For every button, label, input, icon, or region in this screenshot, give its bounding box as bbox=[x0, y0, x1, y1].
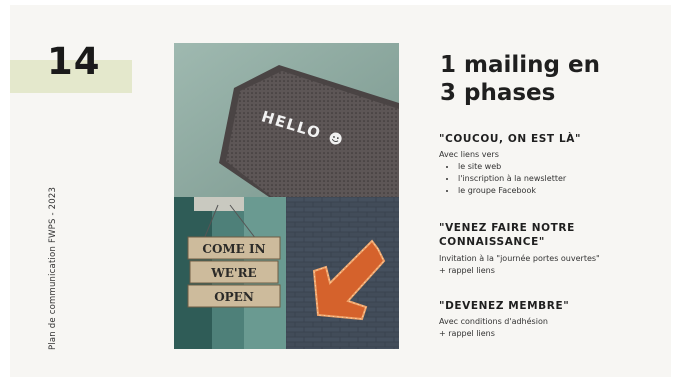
phase-1-text: Avec liens vers bbox=[439, 150, 499, 159]
phase-1-bullets: le site web l'inscription à la newslette… bbox=[439, 161, 654, 197]
hello-letterboard-photo: HELLO bbox=[174, 43, 399, 197]
phase-2-text-line-2: + rappel liens bbox=[439, 266, 495, 275]
list-item: le groupe Facebook bbox=[457, 185, 654, 197]
neon-arrow-photo bbox=[286, 197, 399, 349]
phase-2-section: "VENEZ FAIRE NOTRE CONNAISSANCE" Invitat… bbox=[439, 221, 654, 277]
slide: 14 Plan de communication FWPS - 2023 HEL… bbox=[10, 5, 671, 377]
side-label: Plan de communication FWPS - 2023 bbox=[48, 186, 58, 350]
phase-1-section: "COUCOU, ON EST LÀ" Avec liens vers le s… bbox=[439, 132, 654, 197]
phase-3-section: "DEVENEZ MEMBRE" Avec conditions d'adhés… bbox=[439, 299, 654, 340]
phase-3-heading: "DEVENEZ MEMBRE" bbox=[439, 300, 570, 312]
phase-1-heading: "COUCOU, ON EST LÀ" bbox=[439, 133, 582, 145]
phase-2-heading-line-1: "VENEZ FAIRE NOTRE bbox=[439, 222, 575, 234]
list-item: l'inscription à la newsletter bbox=[457, 173, 654, 185]
sign-line-2: WE'RE bbox=[210, 266, 256, 280]
title-line-2: 3 phases bbox=[440, 80, 556, 106]
phase-2-heading-line-2: CONNAISSANCE" bbox=[439, 236, 545, 248]
page-title: 1 mailing en 3 phases bbox=[440, 51, 600, 107]
open-sign-photo: COME IN WE'RE OPEN bbox=[174, 197, 286, 349]
sign-line-1: COME IN bbox=[202, 242, 265, 256]
list-item: le site web bbox=[457, 161, 654, 173]
title-line-1: 1 mailing en bbox=[440, 52, 600, 78]
open-sign-image: COME IN WE'RE OPEN bbox=[174, 197, 286, 349]
slide-number: 14 bbox=[47, 40, 101, 83]
phase-3-text-line-1: Avec conditions d'adhésion bbox=[439, 317, 548, 326]
sign-line-3: OPEN bbox=[214, 290, 254, 304]
phase-3-text-line-2: + rappel liens bbox=[439, 329, 495, 338]
phase-2-text-line-1: Invitation à la "journée portes ouvertes… bbox=[439, 254, 600, 263]
neon-arrow-image bbox=[286, 197, 399, 349]
hello-letterboard-image: HELLO bbox=[174, 43, 399, 197]
